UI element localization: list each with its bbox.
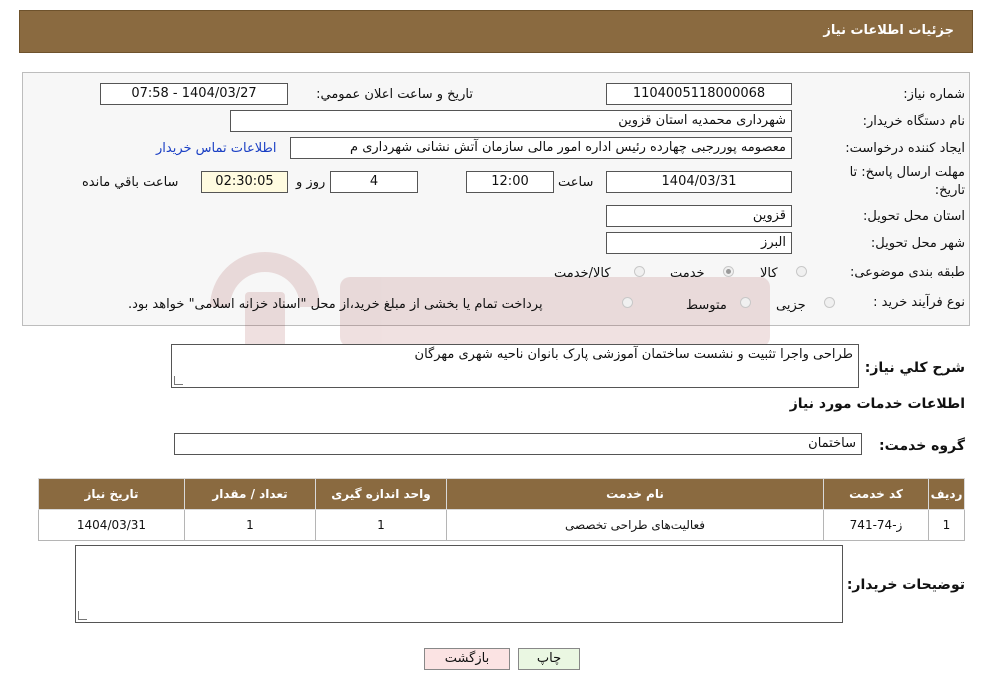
deadline-label-line2: تاريخ: xyxy=(934,183,965,198)
process-option-medium: متوسط xyxy=(686,298,727,313)
need-number-label: شماره نیاز: xyxy=(903,87,965,102)
col-qty: تعداد / مقدار xyxy=(184,478,316,510)
category-radio-service[interactable] xyxy=(723,266,734,277)
service-group-field: ساختمان xyxy=(174,433,862,455)
buyer-org-label: نام دستگاه خريدار: xyxy=(862,114,965,129)
need-number-field: 1104005118000068 xyxy=(606,83,792,105)
province-label: استان محل تحويل: xyxy=(863,209,965,224)
service-group-label: گروه خدمت: xyxy=(879,438,965,454)
back-button[interactable]: بازگشت xyxy=(424,648,510,670)
deadline-time-field: 12:00 xyxy=(466,171,554,193)
time-label: ساعت xyxy=(558,175,594,190)
description-text: طراحی واجرا تثبیت و نشست ساختمان آموزشی … xyxy=(414,347,853,362)
remaining-label: ساعت باقي مانده xyxy=(82,175,179,190)
cell-row: 1 xyxy=(928,509,965,541)
table-row: 1 ز-74-741 فعاليت‌های طراحی تخصصی 1 1 14… xyxy=(38,509,965,541)
process-type-label: نوع فرآیند خرید : xyxy=(873,295,965,310)
col-code: کد خدمت xyxy=(823,478,929,510)
buyer-org-field: شهرداری محمدیه استان قزوین xyxy=(230,110,792,132)
category-label: طبقه بندی موضوعی: xyxy=(849,265,965,280)
category-option-service: خدمت xyxy=(670,266,705,281)
treasury-payment-note: پرداخت تمام يا بخشی از مبلغ خريد،از محل … xyxy=(128,297,543,312)
city-field: البرز xyxy=(606,232,792,254)
col-date: تاريخ نياز xyxy=(38,478,185,510)
deadline-date-field: 1404/03/31 xyxy=(606,171,792,193)
cell-unit: 1 xyxy=(315,509,447,541)
resize-grip-icon[interactable] xyxy=(174,376,183,385)
cell-code: ز-74-741 xyxy=(823,509,929,541)
announce-date-label: تاریخ و ساعت اعلان عمومي: xyxy=(316,87,473,102)
col-name: نام خدمت xyxy=(446,478,824,510)
description-textarea[interactable]: طراحی واجرا تثبیت و نشست ساختمان آموزشی … xyxy=(171,344,859,388)
services-table: رديف کد خدمت نام خدمت واحد اندازه گيری ت… xyxy=(38,478,965,541)
process-radio-minor[interactable] xyxy=(824,297,835,308)
page-header: جزئیات اطلاعات نیاز xyxy=(19,10,973,53)
treasury-payment-checkbox[interactable] xyxy=(622,297,633,308)
creator-label: ايجاد کننده درخواست: xyxy=(845,141,965,156)
category-option-goods-service: کالا/خدمت xyxy=(554,266,611,281)
description-label: شرح کلي نياز: xyxy=(864,360,965,376)
announce-date-field: 1404/03/27 - 07:58 xyxy=(100,83,288,105)
remaining-time-field: 02:30:05 xyxy=(201,171,288,193)
category-radio-goods[interactable] xyxy=(796,266,807,277)
col-row: رديف xyxy=(928,478,965,510)
creator-field: معصومه پوررجبی چهارده رئیس اداره امور ما… xyxy=(290,137,792,159)
deadline-label-line1: مهلت ارسال پاسخ: تا xyxy=(849,165,965,180)
services-section-title: اطلاعات خدمات مورد نياز xyxy=(789,396,965,412)
page-title: جزئیات اطلاعات نیاز xyxy=(823,23,954,38)
process-option-minor: جزیی xyxy=(776,298,806,313)
process-radio-medium[interactable] xyxy=(740,297,751,308)
category-option-goods: کالا xyxy=(760,266,778,281)
buyer-notes-label: توضيحات خريدار: xyxy=(846,577,965,593)
days-label: روز و xyxy=(296,175,326,190)
buyer-notes-textarea[interactable] xyxy=(75,545,843,623)
cell-qty: 1 xyxy=(184,509,316,541)
col-unit: واحد اندازه گيری xyxy=(315,478,447,510)
print-button[interactable]: چاپ xyxy=(518,648,580,670)
days-field: 4 xyxy=(330,171,418,193)
buyer-contact-link[interactable]: اطلاعات تماس خريدار xyxy=(156,141,276,156)
city-label: شهر محل تحويل: xyxy=(870,236,965,251)
resize-grip-icon[interactable] xyxy=(78,611,87,620)
cell-date: 1404/03/31 xyxy=(38,509,185,541)
province-field: قزوین xyxy=(606,205,792,227)
table-header-row: رديف کد خدمت نام خدمت واحد اندازه گيری ت… xyxy=(38,478,965,510)
cell-name: فعاليت‌های طراحی تخصصی xyxy=(446,509,824,541)
category-radio-goods-service[interactable] xyxy=(634,266,645,277)
